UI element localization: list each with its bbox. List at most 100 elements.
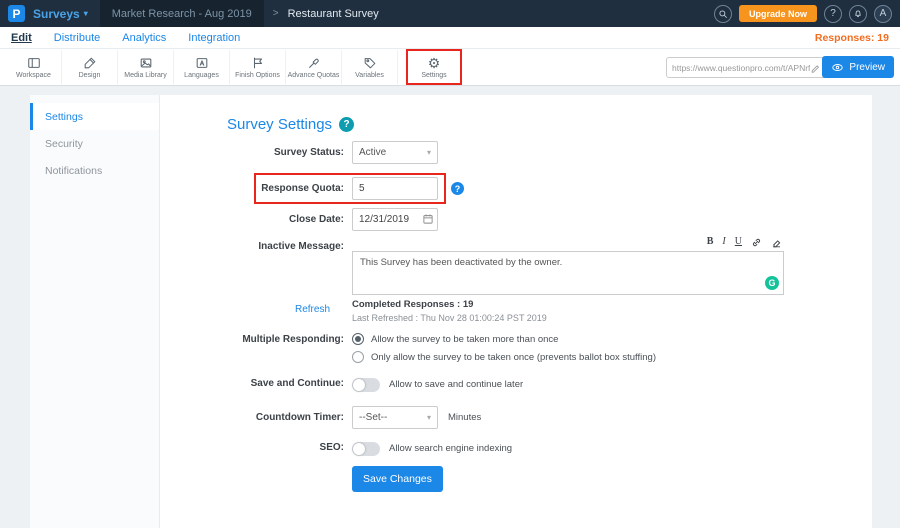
toolbar-item-label: Finish Options [235, 72, 280, 79]
toolbar-item-label: Languages [184, 72, 219, 79]
last-refreshed-text: Last Refreshed : Thu Nov 28 01:00:24 PST… [352, 313, 547, 323]
calendar-icon[interactable] [422, 213, 434, 225]
inactive-message-textbox[interactable]: This Survey has been deactivated by the … [352, 251, 784, 295]
format-toolbar: B I U [352, 235, 784, 249]
seo-description: Allow search engine indexing [389, 441, 512, 454]
sidebar-item-settings[interactable]: Settings [30, 103, 159, 130]
settings-panel: Survey Settings ? Survey Status: Active … [160, 95, 872, 528]
design-icon [83, 55, 97, 70]
tab-distribute[interactable]: Distribute [54, 32, 100, 44]
upgrade-now-button[interactable]: Upgrade Now [739, 5, 817, 22]
countdown-timer-label: Countdown Timer: [160, 406, 352, 423]
breadcrumb-parent[interactable]: Market Research - Aug 2019 [100, 0, 264, 27]
response-quota-label: Response Quota: [160, 177, 352, 194]
surveys-menu[interactable]: Surveys ▾ [33, 7, 88, 21]
toolbar-item-advance-quotas[interactable]: Advance Quotas [286, 50, 342, 84]
survey-url-input[interactable] [672, 63, 810, 73]
underline-button[interactable]: U [735, 236, 742, 248]
inactive-message-text: This Survey has been deactivated by the … [360, 257, 562, 268]
preview-label: Preview [849, 62, 885, 73]
toolbar-item-label: Variables [355, 72, 384, 79]
settings-sidebar: Settings Security Notifications [30, 95, 160, 528]
avatar-letter: A [880, 8, 887, 19]
search-button[interactable] [714, 5, 732, 23]
save-and-continue-description: Allow to save and continue later [389, 377, 523, 390]
italic-button[interactable]: I [722, 236, 725, 248]
refresh-link[interactable]: Refresh [295, 304, 330, 315]
toolbar-item-languages[interactable]: Languages [174, 50, 230, 84]
radio-unchecked-icon [352, 351, 364, 363]
toolbar-item-finish-options[interactable]: Finish Options [230, 50, 286, 84]
toolbar-item-media-library[interactable]: Media Library [118, 50, 174, 84]
breadcrumb-separator: > [273, 8, 279, 19]
surveys-menu-label: Surveys [33, 7, 80, 21]
edit-url-pencil-icon[interactable] [810, 63, 820, 73]
sidebar-item-notifications[interactable]: Notifications [30, 157, 159, 184]
topbar: P Surveys ▾ Market Research - Aug 2019 >… [0, 0, 900, 27]
help-button[interactable]: ? [824, 5, 842, 23]
finish-options-icon [251, 55, 265, 70]
clear-format-icon[interactable] [771, 237, 782, 248]
preview-button[interactable]: Preview [822, 56, 894, 78]
seo-toggle[interactable] [352, 442, 380, 456]
workspace-icon [27, 55, 41, 70]
toolbar-item-workspace[interactable]: Workspace [6, 50, 62, 84]
radio-checked-icon [352, 333, 364, 345]
countdown-timer-value: --Set-- [359, 412, 387, 423]
toolbar-item-label: Settings [421, 72, 446, 79]
radio-option-label: Only allow the survey to be taken once (… [371, 352, 656, 363]
survey-status-row: Survey Status: Active ▾ [160, 141, 872, 164]
tab-integration[interactable]: Integration [188, 32, 240, 44]
save-and-continue-label: Save and Continue: [160, 377, 352, 389]
page-title: Survey Settings [227, 116, 332, 133]
radio-option-multiple[interactable]: Allow the survey to be taken more than o… [352, 333, 656, 345]
survey-url-box [666, 57, 826, 78]
variables-icon [363, 55, 377, 70]
chevron-down-icon: ▾ [427, 413, 431, 422]
bold-button[interactable]: B [707, 236, 714, 248]
survey-status-value: Active [359, 147, 386, 158]
bell-icon [853, 9, 863, 19]
questionpro-logo[interactable]: P [8, 5, 25, 22]
save-and-continue-row: Save and Continue: Allow to save and con… [160, 377, 872, 392]
toolbar-item-variables[interactable]: Variables [342, 50, 398, 84]
toolbar-item-settings[interactable]: ⚙ Settings [406, 49, 462, 85]
tab-analytics[interactable]: Analytics [122, 32, 166, 44]
media-library-icon [139, 55, 153, 70]
question-icon: ? [830, 8, 836, 19]
save-changes-button[interactable]: Save Changes [352, 466, 443, 492]
radio-option-once[interactable]: Only allow the survey to be taken once (… [352, 351, 656, 363]
response-quota-input[interactable] [352, 177, 438, 200]
countdown-timer-select[interactable]: --Set-- ▾ [352, 406, 438, 429]
close-date-row: Close Date: [160, 208, 872, 231]
link-icon[interactable] [751, 237, 762, 248]
survey-status-label: Survey Status: [160, 141, 352, 158]
radio-option-label: Allow the survey to be taken more than o… [371, 334, 558, 345]
toolbar-item-label: Workspace [16, 72, 51, 79]
toolbar-item-label: Advance Quotas [288, 72, 340, 79]
survey-status-select[interactable]: Active ▾ [352, 141, 438, 164]
main-area: Settings Security Notifications Survey S… [0, 86, 900, 528]
inactive-message-label: Inactive Message: [160, 235, 352, 252]
toolbar-item-design[interactable]: Design [62, 50, 118, 84]
seo-row: SEO: Allow search engine indexing [160, 441, 872, 456]
refresh-row: Refresh Completed Responses : 19 Last Re… [160, 299, 872, 323]
toolbar-item-label: Media Library [124, 72, 166, 79]
multiple-responding-label: Multiple Responding: [160, 333, 352, 345]
user-avatar[interactable]: A [874, 5, 892, 23]
responses-count: Responses: 19 [815, 32, 889, 44]
tab-edit[interactable]: Edit [11, 32, 32, 44]
sidebar-item-security[interactable]: Security [30, 130, 159, 157]
notifications-button[interactable] [849, 5, 867, 23]
search-icon [718, 9, 728, 19]
survey-toolbar: Workspace Design Media Library Languages… [0, 49, 900, 86]
settings-gear-icon: ⚙ [428, 55, 441, 70]
seo-label: SEO: [160, 441, 352, 453]
toolbar-item-label: Design [79, 72, 101, 79]
countdown-timer-row: Countdown Timer: --Set-- ▾ Minutes [160, 406, 872, 429]
save-and-continue-toggle[interactable] [352, 378, 380, 392]
breadcrumb-current: Restaurant Survey [288, 8, 379, 20]
title-help-icon[interactable]: ? [339, 117, 354, 132]
response-quota-help-icon[interactable]: ? [451, 182, 464, 195]
grammarly-icon[interactable]: G [765, 276, 779, 290]
